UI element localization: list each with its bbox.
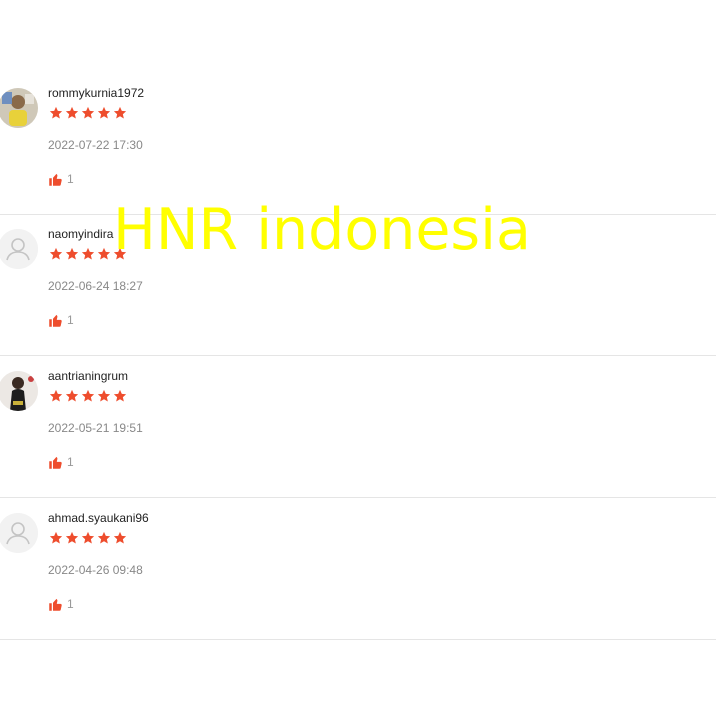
rating-stars	[48, 105, 128, 121]
star-icon	[48, 388, 64, 404]
username: naomyindira	[48, 227, 114, 241]
like-button[interactable]: 1	[48, 312, 74, 328]
like-count: 1	[67, 597, 74, 611]
star-icon	[48, 530, 64, 546]
review-item: aantrianingrum 2022-05-21 19:51 1	[0, 357, 716, 498]
review-item: rommykurnia1972 2022-07-22 17:30 1	[0, 74, 716, 215]
like-button[interactable]: 1	[48, 454, 74, 470]
avatar[interactable]	[0, 88, 38, 128]
star-icon	[112, 105, 128, 121]
star-icon	[112, 388, 128, 404]
star-icon	[48, 105, 64, 121]
username: rommykurnia1972	[48, 86, 145, 100]
star-icon	[64, 530, 80, 546]
star-icon	[64, 388, 80, 404]
review-item: ahmad.syaukani96 2022-04-26 09:48 1	[0, 499, 716, 640]
star-icon	[80, 530, 96, 546]
star-icon	[80, 105, 96, 121]
review-timestamp: 2022-04-26 09:48	[48, 563, 143, 577]
star-icon	[112, 530, 128, 546]
star-icon	[96, 388, 112, 404]
star-icon	[96, 530, 112, 546]
user-icon	[0, 229, 38, 269]
avatar[interactable]	[0, 229, 38, 269]
thumbs-up-icon[interactable]	[48, 313, 63, 328]
star-icon	[80, 246, 96, 262]
rating-stars	[48, 530, 128, 546]
star-icon	[64, 246, 80, 262]
like-count: 1	[67, 313, 74, 327]
review-timestamp: 2022-06-24 18:27	[48, 279, 143, 293]
avatar[interactable]	[0, 513, 38, 553]
thumbs-up-icon[interactable]	[48, 455, 63, 470]
like-count: 1	[67, 455, 74, 469]
thumbs-up-icon[interactable]	[48, 597, 63, 612]
star-icon	[96, 105, 112, 121]
review-timestamp: 2022-05-21 19:51	[48, 421, 143, 435]
star-icon	[64, 105, 80, 121]
user-icon	[0, 513, 38, 553]
review-timestamp: 2022-07-22 17:30	[48, 138, 143, 152]
rating-stars	[48, 388, 128, 404]
username: aantrianingrum	[48, 369, 129, 383]
like-button[interactable]: 1	[48, 171, 74, 187]
star-icon	[48, 246, 64, 262]
like-count: 1	[67, 172, 74, 186]
thumbs-up-icon[interactable]	[48, 172, 63, 187]
star-icon	[80, 388, 96, 404]
watermark: HNR indonesia	[113, 197, 531, 263]
like-button[interactable]: 1	[48, 596, 74, 612]
username: ahmad.syaukani96	[48, 511, 149, 525]
star-icon	[96, 246, 112, 262]
avatar[interactable]	[0, 371, 38, 411]
